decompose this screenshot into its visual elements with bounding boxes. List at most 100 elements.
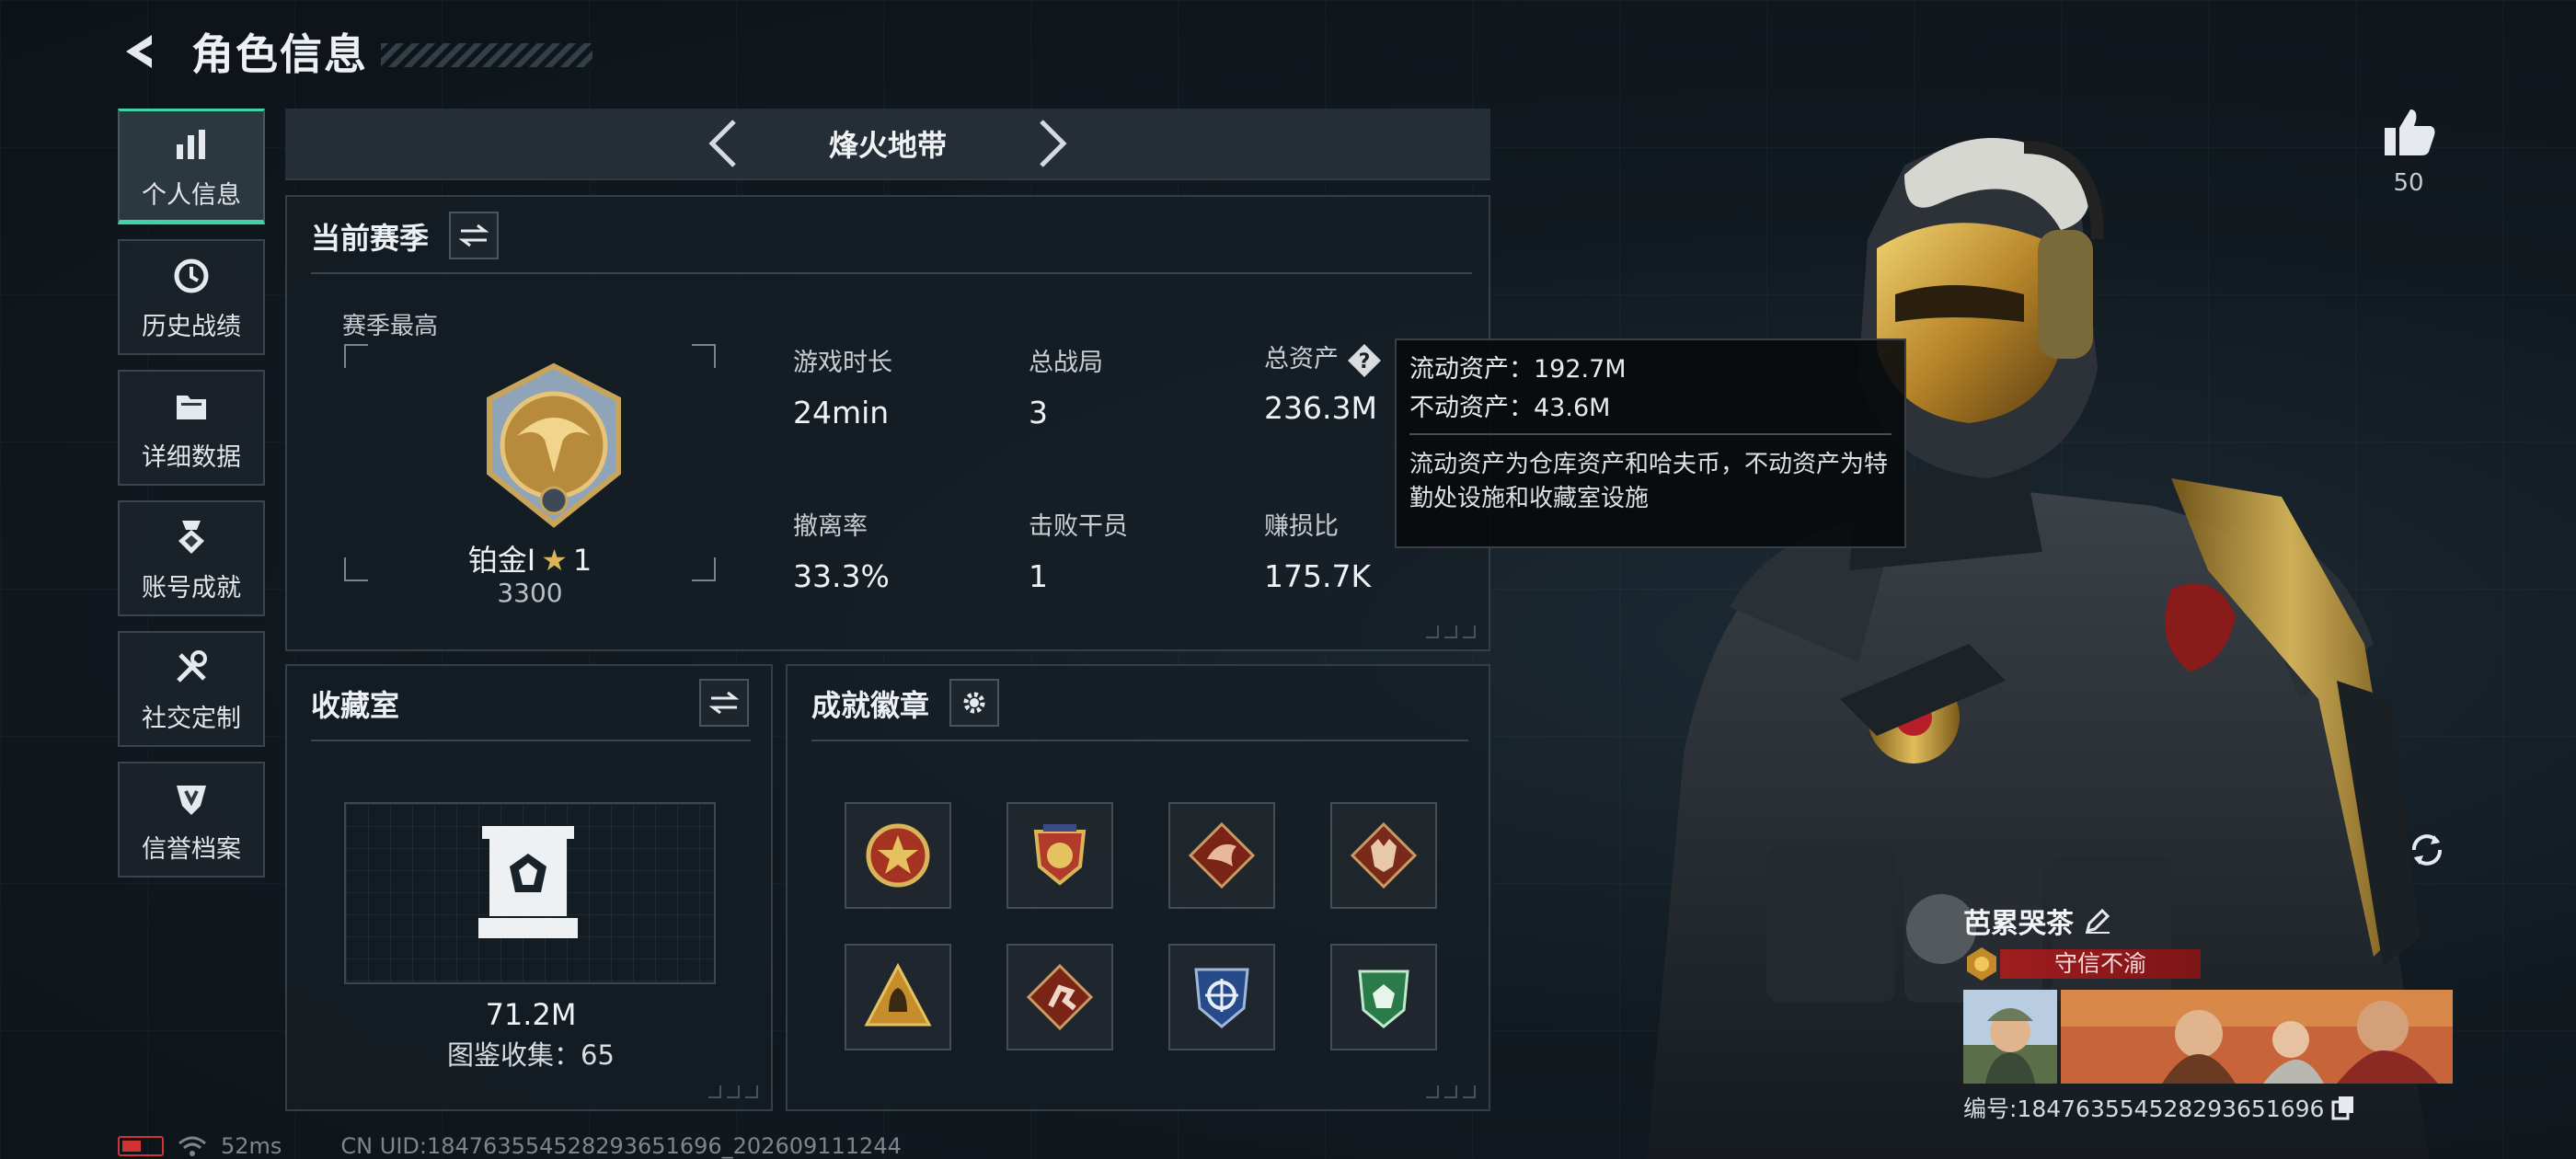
page-title: 角色信息: [191, 29, 368, 79]
sidebar: 个人信息 历史战绩 详细数据 账号成就 社交定制 信誉档案: [118, 109, 265, 892]
stat-total-assets: 总资产? 236.3M: [1264, 339, 1383, 426]
sidebar-item-personal-info[interactable]: 个人信息: [118, 109, 265, 224]
sidebar-item-label: 个人信息: [142, 180, 241, 210]
tooltip-fixed-assets: 不动资产：43.6M: [1409, 394, 1611, 423]
collection-title: 收藏室: [311, 688, 400, 723]
rotate-view-button[interactable]: [2401, 824, 2453, 876]
rank-score: 3300: [497, 578, 563, 608]
uid-text: CN UID:184763554528293651696_20260911124…: [340, 1133, 902, 1159]
battery-icon: [118, 1136, 164, 1156]
chevron-right-icon: [1040, 120, 1067, 167]
sidebar-item-label: 社交定制: [142, 704, 241, 733]
like-count: 50: [2393, 169, 2424, 197]
tooltip-note: 流动资产为仓库资产和哈夫币，不动资产为特勤处设施和收藏室设施: [1409, 450, 1889, 512]
swap-icon: [459, 224, 489, 247]
chevron-left-icon: [708, 120, 736, 167]
medal-icon: [168, 514, 214, 560]
rank-name-row: 铂金Ⅰ ★ 1: [344, 537, 716, 580]
stat-total-matches: 总战局 3: [1029, 349, 1103, 430]
panel-corner-marks: [1420, 1085, 1476, 1098]
star-icon: ★: [541, 543, 568, 578]
bar-chart-icon: [168, 121, 214, 167]
mode-prev-button[interactable]: [695, 116, 750, 171]
collection-divider: [311, 740, 751, 741]
player-card: 芭累哭茶 守信不渝 编号:184763554528293651696: [1963, 900, 2460, 1123]
question-icon[interactable]: ?: [1346, 342, 1383, 379]
title-decoration: [381, 43, 592, 67]
copy-id-button[interactable]: [2328, 1092, 2359, 1123]
thumbs-up-icon: [2385, 109, 2435, 155]
stat-profit-ratio: 赚损比 175.7K: [1264, 512, 1372, 594]
stat-extraction-rate: 撤离率 33.3%: [793, 512, 890, 594]
badges-title: 成就徽章: [811, 688, 930, 723]
achievement-badges-panel: 成就徽章: [786, 664, 1490, 1111]
ping-value: 52ms: [221, 1133, 282, 1159]
gear-icon: [963, 692, 985, 714]
mode-selector: 烽火地带: [285, 109, 1490, 180]
sidebar-item-details[interactable]: 详细数据: [118, 370, 265, 486]
card-illustration: [2061, 990, 2453, 1084]
badges-divider: [811, 740, 1468, 741]
assets-tooltip: 流动资产：192.7M 不动资产：43.6M 流动资产为仓库资产和哈夫币，不动资…: [1395, 339, 1906, 548]
title-medal-icon: [1967, 947, 1996, 981]
clock-icon: [168, 253, 214, 299]
display-case-icon: [478, 826, 578, 938]
sidebar-item-achievements[interactable]: 账号成就: [118, 500, 265, 616]
back-arrow-icon: [126, 35, 152, 68]
edit-name-button[interactable]: [2079, 902, 2116, 939]
copy-icon: [2331, 1096, 2354, 1120]
sidebar-item-label: 历史战绩: [142, 312, 241, 341]
current-season-panel: 当前赛季 赛季最高 铂金Ⅰ ★ 1 3300 游戏时长 24min 总战局 3 总资…: [285, 195, 1490, 651]
sidebar-item-label: 信誉档案: [142, 834, 241, 864]
back-button[interactable]: [118, 29, 164, 75]
runner-badge-icon[interactable]: [1006, 944, 1113, 1050]
collection-count: 图鉴收集：65: [447, 1039, 615, 1071]
sidebar-item-social[interactable]: 社交定制: [118, 631, 265, 747]
sidebar-item-history[interactable]: 历史战绩: [118, 239, 265, 355]
sidebar-item-label: 详细数据: [142, 442, 241, 472]
season-divider: [311, 272, 1472, 274]
wing-badge-icon[interactable]: [1006, 802, 1113, 909]
sidebar-item-reputation[interactable]: 信誉档案: [118, 762, 265, 878]
mode-next-button[interactable]: [1026, 116, 1081, 171]
stat-kills: 击败干员 1: [1029, 512, 1128, 594]
player-title-badge: 守信不渝: [2000, 949, 2201, 979]
player-cards[interactable]: [1963, 990, 2460, 1084]
season-best-label: 赛季最高: [342, 313, 439, 340]
collection-value: 71.2M: [485, 997, 577, 1032]
badges-settings-button[interactable]: [949, 679, 999, 727]
wolf-badge-icon[interactable]: [1330, 802, 1437, 909]
bell-badge-icon[interactable]: [845, 944, 951, 1050]
panel-corner-marks: [703, 1085, 758, 1098]
page-header: 角色信息: [118, 22, 592, 81]
rank-stars: 1: [572, 543, 592, 578]
pencil-icon: [2085, 908, 2110, 934]
season-switch-button[interactable]: [449, 212, 499, 259]
platinum-rank-badge-icon: [487, 362, 621, 528]
panel-corner-marks: [1420, 625, 1476, 638]
dragon-badge-icon[interactable]: [1168, 802, 1275, 909]
shield-icon: [168, 775, 214, 821]
folder-icon: [168, 384, 214, 430]
mode-name: 烽火地带: [828, 128, 947, 163]
collection-switch-button[interactable]: [699, 679, 749, 727]
swap-icon: [709, 691, 739, 715]
like-button[interactable]: [2377, 103, 2442, 162]
status-bar: 52ms CN UID:184763554528293651696_202609…: [118, 1128, 902, 1159]
wifi-icon: [178, 1136, 206, 1156]
rotate-icon: [2412, 834, 2442, 866]
collection-room-panel[interactable]: 收藏室 71.2M 图鉴收集：65: [285, 664, 773, 1111]
tools-icon: [168, 645, 214, 691]
avatar[interactable]: [1963, 990, 2057, 1084]
svg-text:?: ?: [1359, 350, 1371, 373]
crosshair-badge-icon[interactable]: [1168, 944, 1275, 1050]
star-badge-icon[interactable]: [845, 802, 951, 909]
rank-name: 铂金Ⅰ: [467, 543, 536, 578]
tooltip-liquid-assets: 流动资产：192.7M: [1409, 355, 1627, 384]
tooltip-divider: [1409, 432, 1892, 435]
season-title: 当前赛季: [311, 221, 430, 256]
player-name: 芭累哭茶: [1963, 908, 2074, 940]
player-id: 编号:184763554528293651696: [1963, 1096, 2325, 1122]
stat-play-time: 游戏时长 24min: [793, 349, 892, 430]
shield-badge-icon[interactable]: [1330, 944, 1437, 1050]
